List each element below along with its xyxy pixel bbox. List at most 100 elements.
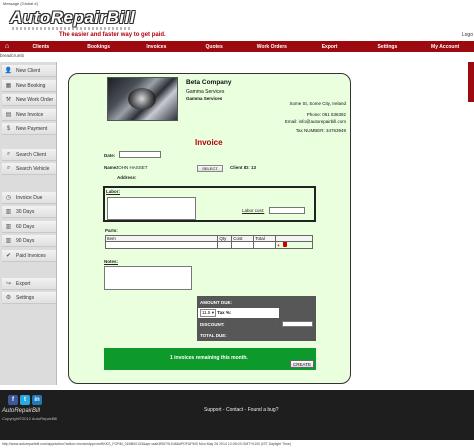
select-client-button[interactable]: SELECT [197,165,223,172]
totals-table: AMOUNT DUE: 11.5 ▾ Tax %: DISCOUNT: TOTA… [197,296,316,341]
sidebar-item-settings[interactable]: ⚙ Settings [2,292,56,304]
part-qty-input[interactable] [217,241,233,249]
tax-row: 11.5 ▾ Tax %: [197,307,316,319]
labor-description-textarea[interactable] [107,197,196,220]
discount-row: DISCOUNT: [197,318,316,330]
sidebar-item-label: Invoice Due [16,194,43,201]
sidebar-item-search-vehicle[interactable]: ⌕ Search Vehicle [2,163,56,175]
parts-row: + [104,241,313,249]
notes-textarea[interactable] [104,266,192,290]
nav-clients[interactable]: Clients [12,44,70,50]
sidebar-item-search-client[interactable]: ⌕ Search Client [2,149,56,161]
logo-text: AutoRepairBill [10,8,136,27]
notes-label: Notes: [104,259,119,264]
sidebar-item-label: Search Vehicle [16,165,50,172]
sidebar-item-new-invoice[interactable]: ▤ New Invoice [2,109,56,121]
sidebar-item-label: 90 Days [16,237,35,244]
discount-label: DISCOUNT: [197,318,280,330]
date-label: Date: [104,153,116,158]
check-icon: ✔ [5,253,12,259]
tax-rate-select[interactable]: 11.5 ▾ [200,309,216,317]
sidebar-item-label: Search Client [16,151,47,158]
client-name: JOHN HASSET [116,165,148,170]
magnifier-icon: ⌕ [6,151,11,157]
photo-highlight [128,88,156,110]
sidebar-item-label: New Work Order [16,96,54,103]
document-icon: ▤ [5,112,12,118]
clock-icon: ◷ [5,195,12,201]
sidebar-item-30-days[interactable]: ▥ 30 Days [2,206,56,218]
person-icon: 👤 [4,68,13,74]
sidebar-item-new-payment[interactable]: $ New Payment [2,123,56,135]
nav-bookings[interactable]: Bookings [70,44,128,50]
sidebar-item-new-client[interactable]: 👤 New Client [2,65,56,77]
side-scroll-tab[interactable] [468,62,474,102]
sidebar-item-label: Settings [16,294,35,301]
discount-input[interactable] [282,321,313,327]
invoice-quota-bar: 1 invoices remaining this month. CREATE [104,348,316,370]
nav-work-orders[interactable]: Work Orders [243,44,301,50]
date-input[interactable] [119,151,161,158]
page-icon: ▥ [5,238,12,244]
total-due-row: TOTAL DUE: [197,329,316,341]
facebook-icon[interactable]: f [8,395,18,405]
labor-label: Labor: [106,189,120,194]
page-icon: ▥ [5,209,12,215]
company-service-bold: Gamma Services [186,96,223,101]
sidebar-item-invoice-due[interactable]: ◷ Invoice Due [2,192,56,204]
tagline: The easier and faster way to get paid. [59,32,166,38]
sidebar-item-label: New Payment [16,125,48,132]
labor-cost-label: Labor cost: [242,208,265,213]
sidebar-item-90-days[interactable]: ▥ 90 Days [2,235,56,247]
parts-label: Parts: [105,228,118,233]
wrench-icon: ⚒ [5,97,12,103]
calendar-icon: ▦ [5,83,12,89]
company-photo [107,77,178,121]
amount-due-row: AMOUNT DUE: [197,296,316,308]
status-url: http://www.autorepairbill.com/app/action… [2,442,291,446]
sidebar-item-label: 60 Days [16,223,35,230]
sidebar-item-label: Export [16,280,31,287]
home-icon[interactable]: ⌂ [2,41,12,52]
part-cost-input[interactable] [231,241,255,249]
delete-part-icon[interactable] [282,242,287,247]
breadcrumb: breadcrumb [0,53,25,58]
sidebar-item-label: New Client [16,67,41,74]
sidebar-item-paid-invoices[interactable]: ✔ Paid Invoices [2,250,56,262]
app-logo[interactable]: AutoRepairBill [10,8,136,32]
footer: f t in AutoRepairBill Copyright©2012 Aut… [0,390,474,440]
tax-rate-value: 11.5 [202,310,211,315]
labor-cost-input[interactable] [269,207,305,214]
logout-link[interactable]: Logo [462,32,473,38]
twitter-icon[interactable]: t [20,395,30,405]
amount-due-value [279,296,316,308]
nav-settings[interactable]: Settings [359,44,417,50]
sidebar-item-export[interactable]: ↪ Export [2,278,56,290]
company-email: Email: info@autorepairbill.com [284,119,346,124]
invoice-panel: Beta Company Gamma Services Gamma Servic… [68,73,351,384]
nav-invoices[interactable]: Invoices [128,44,186,50]
part-item-input[interactable] [104,241,219,249]
nav-export[interactable]: Export [301,44,359,50]
nav-my-account[interactable]: My Account [416,44,474,50]
sidebar-item-label: New Invoice [16,111,44,118]
part-total-input [253,241,277,249]
gear-icon: ⚙ [5,295,12,301]
client-id: Client ID: 13 [230,165,257,170]
total-due-value [279,329,316,341]
sidebar-item-label: 30 Days [16,208,35,215]
page-icon: ▥ [5,224,12,230]
linkedin-icon[interactable]: in [32,395,42,405]
top-navigation: ⌂ Clients Bookings Invoices Quotes Work … [0,41,474,52]
create-invoice-button[interactable]: CREATE [290,360,314,368]
sidebar-item-new-work-order[interactable]: ⚒ New Work Order [2,94,56,106]
footer-links[interactable]: Support - Contact - Found a bug? [204,407,279,413]
nav-quotes[interactable]: Quotes [185,44,243,50]
sidebar-item-60-days[interactable]: ▥ 60 Days [2,221,56,233]
sidebar-item-new-booking[interactable]: ▦ New Booking [2,80,56,92]
company-tax-number: Tax NUMBER: 34763949 [295,128,346,133]
parts-table: Item Qty Cost Total + [104,235,313,249]
add-part-icon[interactable]: + [277,243,280,248]
invoice-title: Invoice [195,138,223,147]
arrow-icon: ↪ [5,281,12,287]
